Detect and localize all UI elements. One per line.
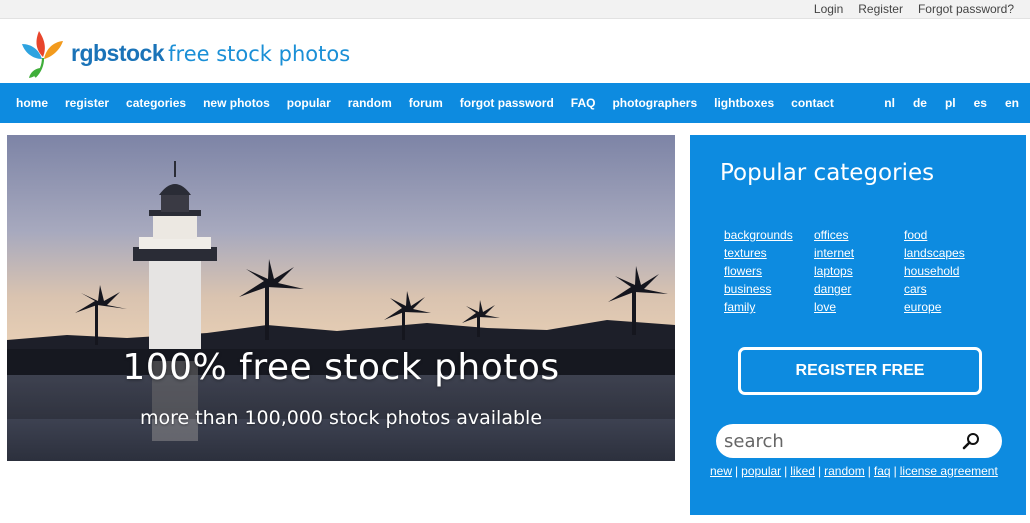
sublink-random[interactable]: random xyxy=(824,464,865,478)
brand-wordmark[interactable]: rgbstock free stock photos xyxy=(71,39,350,68)
hero-title: 100% free stock photos xyxy=(122,347,560,388)
nav-random[interactable]: random xyxy=(348,96,392,110)
nav-home[interactable]: home xyxy=(16,96,48,110)
sublink-popular[interactable]: popular xyxy=(741,464,781,478)
main-nav: home register categories new photos popu… xyxy=(0,83,1030,123)
category-link[interactable]: food xyxy=(904,228,994,243)
category-link[interactable]: laptops xyxy=(814,264,904,279)
category-link[interactable]: textures xyxy=(724,246,814,261)
search-input[interactable] xyxy=(724,428,954,454)
hero-subtitle: more than 100,000 stock photos available xyxy=(139,407,543,429)
nav-new-photos[interactable]: new photos xyxy=(203,96,270,110)
category-link[interactable]: cars xyxy=(904,282,994,297)
lang-en[interactable]: en xyxy=(1005,96,1019,110)
nav-faq[interactable]: FAQ xyxy=(571,96,596,110)
account-links: Login Register Forgot password? xyxy=(814,2,1014,16)
nav-contact[interactable]: contact xyxy=(791,96,834,110)
category-link[interactable]: business xyxy=(724,282,814,297)
brand-name: rgbstock xyxy=(71,40,165,66)
language-switcher: nl de pl es en xyxy=(884,83,1019,123)
sublink-license-agreement[interactable]: license agreement xyxy=(900,464,998,478)
sublink-liked[interactable]: liked xyxy=(790,464,815,478)
lang-nl[interactable]: nl xyxy=(884,96,895,110)
top-utility-bar: Login Register Forgot password? xyxy=(0,0,1030,19)
category-link[interactable]: internet xyxy=(814,246,904,261)
category-link[interactable]: household xyxy=(904,264,994,279)
rgbstock-leaf-logo-icon[interactable] xyxy=(20,23,66,79)
brand-tagline: free stock photos xyxy=(168,42,351,66)
nav-items: home register categories new photos popu… xyxy=(16,83,834,123)
category-link[interactable]: love xyxy=(814,300,904,315)
site-header: rgbstock free stock photos xyxy=(0,19,1030,83)
lang-pl[interactable]: pl xyxy=(945,96,956,110)
category-links: backgrounds offices food textures intern… xyxy=(724,228,994,315)
nav-register[interactable]: register xyxy=(65,96,109,110)
hero-banner[interactable]: 100% free stock photos more than 100,000… xyxy=(7,135,675,461)
category-link[interactable]: family xyxy=(724,300,814,315)
sidebar-panel: Popular categories backgrounds offices f… xyxy=(690,135,1026,515)
category-link[interactable]: europe xyxy=(904,300,994,315)
search-sublinks: new | popular | liked | random | faq | license agr… xyxy=(710,464,998,478)
search-icon[interactable] xyxy=(962,432,980,450)
category-link[interactable]: backgrounds xyxy=(724,228,814,243)
nav-forgot-password[interactable]: forgot password xyxy=(460,96,554,110)
nav-popular[interactable]: popular xyxy=(287,96,331,110)
nav-forum[interactable]: forum xyxy=(409,96,443,110)
popular-categories-heading: Popular categories xyxy=(720,160,935,186)
nav-categories[interactable]: categories xyxy=(126,96,186,110)
register-link[interactable]: Register xyxy=(858,2,903,16)
nav-photographers[interactable]: photographers xyxy=(612,96,697,110)
login-link[interactable]: Login xyxy=(814,2,843,16)
nav-lightboxes[interactable]: lightboxes xyxy=(714,96,774,110)
sublink-new[interactable]: new xyxy=(710,464,732,478)
sublink-faq[interactable]: faq xyxy=(874,464,891,478)
category-link[interactable]: danger xyxy=(814,282,904,297)
forgot-password-link[interactable]: Forgot password? xyxy=(918,2,1014,16)
lang-es[interactable]: es xyxy=(974,96,987,110)
category-link[interactable]: offices xyxy=(814,228,904,243)
register-free-button[interactable]: REGISTER FREE xyxy=(738,347,982,395)
category-link[interactable]: flowers xyxy=(724,264,814,279)
search-box xyxy=(716,424,1002,458)
lang-de[interactable]: de xyxy=(913,96,927,110)
category-link[interactable]: landscapes xyxy=(904,246,994,261)
